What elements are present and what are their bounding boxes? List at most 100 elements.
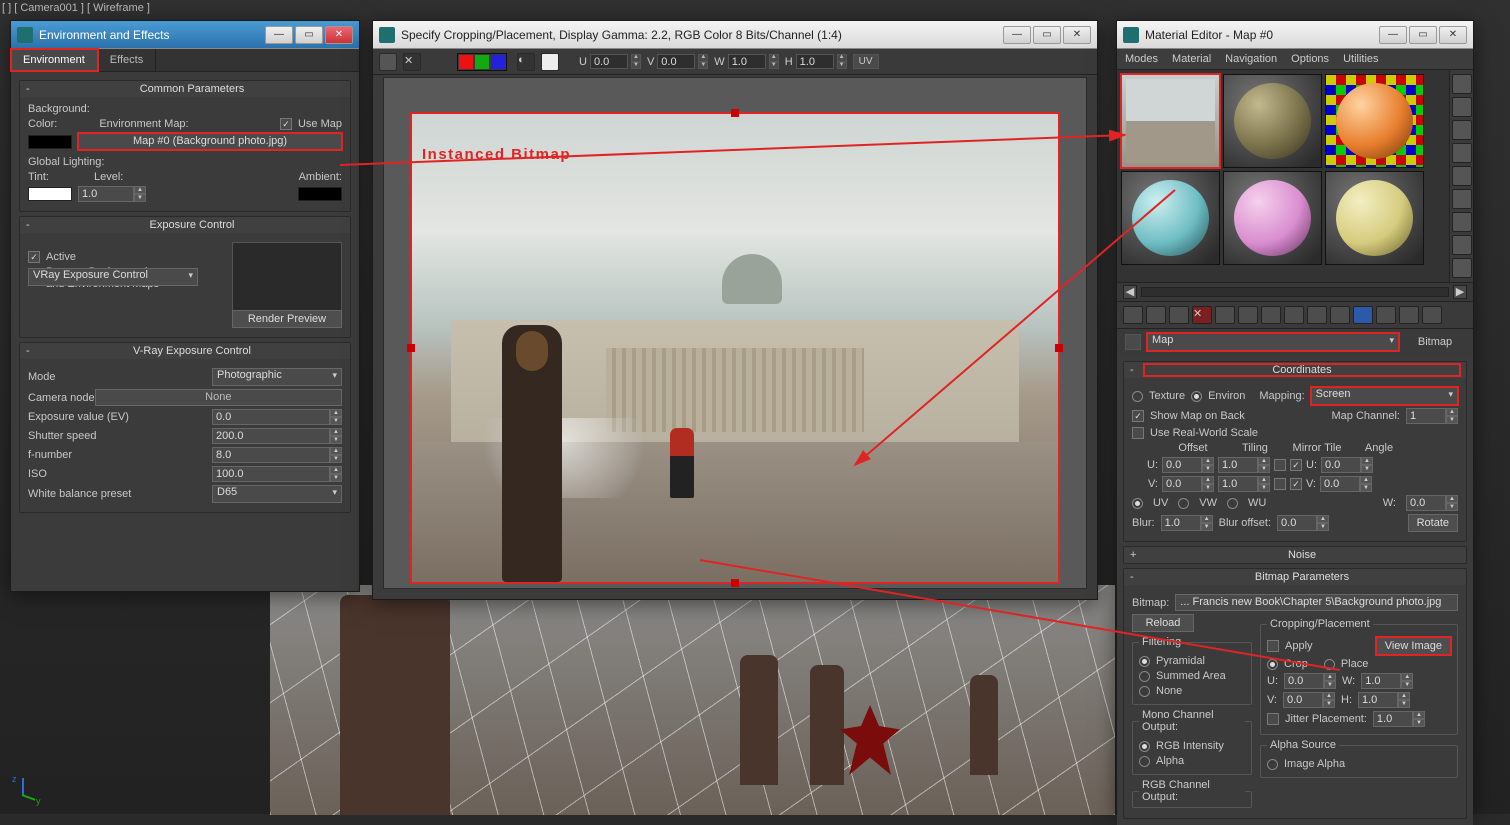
level-input[interactable] [78, 186, 134, 202]
show-map-on-back-checkbox[interactable] [1132, 410, 1144, 422]
rollout-toggle[interactable]: - [26, 219, 40, 231]
crop-h-spinner[interactable]: ▲▼ [1358, 692, 1410, 708]
place-radio[interactable] [1324, 659, 1335, 670]
u-input[interactable]: 0.0 [590, 54, 628, 69]
wb-dropdown[interactable]: D65 [212, 485, 342, 503]
reset-map-icon[interactable]: ✕ [1192, 306, 1212, 324]
more-icon[interactable] [1422, 306, 1442, 324]
jitter-spinner[interactable]: ▲▼ [1373, 711, 1425, 727]
minimize-button[interactable]: — [1003, 26, 1031, 44]
sample-slot-4[interactable] [1121, 171, 1220, 265]
alpha-channel-icon[interactable]: ◐ [517, 53, 535, 71]
minimize-button[interactable]: — [1379, 26, 1407, 44]
ev-input[interactable] [212, 409, 330, 425]
background-color-swatch[interactable] [28, 135, 72, 149]
close-button[interactable]: ✕ [1439, 26, 1467, 44]
go-to-parent-icon[interactable] [1353, 306, 1373, 324]
vw-radio[interactable] [1178, 498, 1189, 509]
blur-spinner[interactable]: ▲▼ [1161, 515, 1213, 531]
tab-environment[interactable]: Environment [11, 49, 98, 71]
v-tile-checkbox[interactable] [1290, 478, 1302, 490]
u-angle-input[interactable] [1321, 457, 1361, 473]
put-to-scene-icon[interactable] [1146, 306, 1166, 324]
v-offset-input[interactable] [1162, 476, 1202, 492]
texture-radio[interactable] [1132, 391, 1143, 402]
blur-offset-input[interactable] [1277, 515, 1317, 531]
use-map-checkbox[interactable] [280, 118, 292, 130]
pick-material-icon[interactable] [1399, 306, 1419, 324]
scroll-right-icon[interactable]: ▶ [1453, 285, 1467, 299]
uv-toggle[interactable]: UV [853, 54, 879, 69]
mono-channel-icon[interactable] [541, 53, 559, 71]
level-spinner[interactable]: ▲▼ [78, 186, 146, 202]
put-to-library-icon[interactable] [1261, 306, 1281, 324]
iso-input[interactable] [212, 466, 330, 482]
rollout-toggle[interactable]: + [1130, 549, 1144, 561]
maximize-button[interactable]: ▭ [1033, 26, 1061, 44]
alpha-image-radio[interactable] [1267, 759, 1278, 770]
ambient-swatch[interactable] [298, 187, 342, 201]
shutter-input[interactable] [212, 428, 330, 444]
v-offset-spinner[interactable]: ▲▼ [1162, 476, 1214, 492]
green-channel-icon[interactable] [475, 55, 489, 69]
map-channel-input[interactable] [1406, 408, 1446, 424]
scroll-left-icon[interactable]: ◀ [1123, 285, 1137, 299]
render-preview-button[interactable]: Render Preview [232, 310, 342, 328]
fnumber-spinner[interactable]: ▲▼ [212, 447, 342, 463]
v-mirror-checkbox[interactable] [1274, 478, 1286, 490]
crop-h-input[interactable] [1358, 692, 1398, 708]
wu-radio[interactable] [1227, 498, 1238, 509]
view-image-button[interactable]: View Image [1376, 637, 1451, 655]
mapping-dropdown[interactable]: Screen [1311, 387, 1458, 405]
rollout-toggle[interactable]: - [26, 345, 40, 357]
sample-uv-icon[interactable] [1452, 143, 1472, 163]
get-material-icon[interactable] [1123, 306, 1143, 324]
print-icon[interactable] [379, 53, 397, 71]
crop-handle-bottom[interactable] [731, 579, 739, 587]
close-button[interactable]: ✕ [325, 26, 353, 44]
backlight-icon[interactable] [1452, 97, 1472, 117]
menu-options[interactable]: Options [1291, 53, 1329, 65]
maximize-button[interactable]: ▭ [1409, 26, 1437, 44]
reload-button[interactable]: Reload [1132, 614, 1194, 632]
mode-dropdown[interactable]: Photographic [212, 368, 342, 386]
u-tiling-spinner[interactable]: ▲▼ [1218, 457, 1270, 473]
crop-w-input[interactable] [1361, 673, 1401, 689]
material-id-icon[interactable] [1284, 306, 1304, 324]
material-map-nav-icon[interactable] [1452, 258, 1472, 278]
fnumber-input[interactable] [212, 447, 330, 463]
mono-rgb-radio[interactable] [1139, 741, 1150, 752]
show-in-viewport-icon[interactable] [1307, 306, 1327, 324]
mono-alpha-radio[interactable] [1139, 756, 1150, 767]
blur-input[interactable] [1161, 515, 1201, 531]
make-preview-icon[interactable] [1452, 189, 1472, 209]
rollout-toggle[interactable]: - [1130, 571, 1144, 583]
titlebar[interactable]: Material Editor - Map #0 — ▭ ✕ [1117, 21, 1473, 49]
h-field[interactable]: H1.0▲▼ [785, 54, 847, 69]
go-forward-icon[interactable] [1376, 306, 1396, 324]
menu-modes[interactable]: Modes [1125, 53, 1158, 65]
tab-effects[interactable]: Effects [98, 49, 156, 71]
v-tiling-input[interactable] [1218, 476, 1258, 492]
blur-offset-spinner[interactable]: ▲▼ [1277, 515, 1329, 531]
background-icon[interactable] [1452, 120, 1472, 140]
shutter-spinner[interactable]: ▲▼ [212, 428, 342, 444]
ev-spinner[interactable]: ▲▼ [212, 409, 342, 425]
sample-scrollbar[interactable]: ◀ ▶ [1117, 282, 1473, 302]
rollout-toggle[interactable]: - [1130, 364, 1144, 376]
w-angle-input[interactable] [1406, 495, 1446, 511]
sample-type-icon[interactable] [1452, 74, 1472, 94]
environment-map-button[interactable]: Map #0 (Background photo.jpg) [78, 133, 342, 150]
map-type-button[interactable]: Bitmap [1405, 336, 1465, 348]
select-by-material-icon[interactable] [1452, 235, 1472, 255]
rollout-toggle[interactable]: - [26, 83, 40, 95]
w-input[interactable]: 1.0 [728, 54, 766, 69]
jitter-checkbox[interactable] [1267, 713, 1279, 725]
sample-slot-6[interactable] [1325, 171, 1424, 265]
close-button[interactable]: ✕ [1063, 26, 1091, 44]
u-offset-input[interactable] [1162, 457, 1202, 473]
map-name-dropdown[interactable]: Map [1147, 333, 1399, 351]
u-angle-spinner[interactable]: ▲▼ [1321, 457, 1373, 473]
crop-handle-left[interactable] [407, 344, 415, 352]
crop-u-spinner[interactable]: ▲▼ [1284, 673, 1336, 689]
